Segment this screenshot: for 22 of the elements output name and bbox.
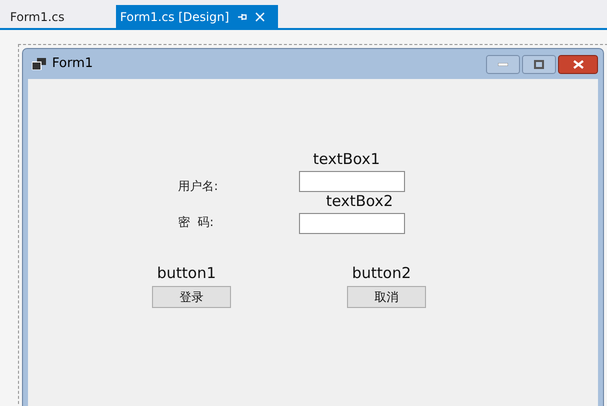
close-icon [572,60,584,68]
window-icon [32,58,46,70]
text-input[interactable] [299,171,405,192]
window-title: Form1 [52,55,94,74]
control-name: textBox1 [313,152,380,167]
close-icon[interactable] [255,12,266,22]
form-button[interactable]: 取消 [347,286,426,308]
control-name: button1 [157,266,216,281]
document-tab[interactable]: Form1.cs [0,5,116,28]
text-input[interactable] [299,213,405,234]
document-tab[interactable]: Form1.cs [Design] [116,5,278,28]
close-button[interactable] [558,54,598,74]
minimize-button[interactable] [486,54,520,74]
pin-icon[interactable] [237,12,248,20]
form-button[interactable]: 登录 [152,286,231,308]
field-label: 用户名: [178,180,218,192]
control-name: textBox2 [326,194,394,209]
control-name: button2 [352,266,412,281]
maximize-icon [534,60,544,68]
maximize-button[interactable] [522,54,556,74]
field-label: 密 码: [178,216,214,228]
minimize-icon [498,62,508,66]
